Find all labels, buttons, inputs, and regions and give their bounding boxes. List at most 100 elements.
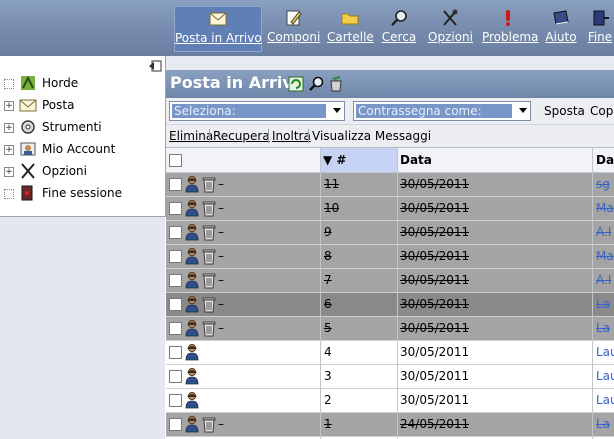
selection-toolbar: Seleziona: Contrassegna come: Sposta Cop… bbox=[166, 98, 614, 124]
message-number: 5 bbox=[324, 321, 332, 335]
message-row[interactable]: 3 30/05/2011 Lau bbox=[166, 365, 614, 389]
toolbar-options-button[interactable]: Opzioni bbox=[428, 6, 473, 50]
status-dash: – bbox=[218, 297, 224, 311]
sort-date-column[interactable]: Data bbox=[400, 148, 432, 172]
toolbar-label: Componi bbox=[267, 30, 321, 44]
copy-button[interactable]: Copi bbox=[590, 104, 614, 118]
trash-icon bbox=[201, 223, 217, 241]
message-checkbox[interactable] bbox=[169, 226, 182, 239]
toolbar-label: Posta in Arrivo bbox=[175, 31, 262, 45]
person-icon bbox=[184, 247, 200, 265]
message-sender-link[interactable]: La bbox=[596, 317, 614, 340]
tools-icon bbox=[443, 9, 458, 26]
message-date: 30/05/2011 bbox=[400, 225, 470, 239]
search-icon[interactable] bbox=[308, 76, 324, 92]
forward-label: Inoltra bbox=[272, 129, 311, 143]
refresh-icon[interactable] bbox=[288, 76, 304, 92]
chevron-down-icon bbox=[519, 108, 527, 113]
message-checkbox[interactable] bbox=[169, 418, 182, 431]
collapse-sidebar-icon[interactable] bbox=[148, 60, 162, 72]
toolbar-problem-button[interactable]: Problema bbox=[482, 6, 538, 50]
expand-icon[interactable]: + bbox=[4, 101, 14, 111]
toolbar-help-button[interactable]: Aiuto bbox=[544, 6, 578, 50]
tools-icon bbox=[21, 163, 35, 179]
person-icon bbox=[184, 415, 200, 433]
message-sender-link[interactable]: Lau bbox=[596, 341, 614, 364]
column-divider bbox=[592, 148, 593, 439]
message-row[interactable]: – 10 30/05/2011 Ma bbox=[166, 197, 614, 221]
select-messages-dropdown[interactable]: Seleziona: bbox=[169, 101, 345, 121]
delete-button[interactable]: Elimina bbox=[169, 129, 213, 143]
trash-icon bbox=[201, 295, 217, 313]
message-checkbox[interactable] bbox=[169, 322, 182, 335]
message-row[interactable]: 2 30/05/2011 Lau bbox=[166, 389, 614, 413]
sidebar-item-label: Posta bbox=[42, 98, 75, 112]
message-row[interactable]: – 11 30/05/2011 sg bbox=[166, 173, 614, 197]
message-row[interactable]: – 9 30/05/2011 A.I bbox=[166, 221, 614, 245]
mailbox-panel: Posta in Arrivo Seleziona: Contrassegna … bbox=[166, 56, 614, 439]
message-sender-link[interactable]: La bbox=[596, 413, 614, 436]
move-button[interactable]: Sposta bbox=[544, 104, 585, 118]
toolbar-search-button[interactable]: Cerca bbox=[381, 6, 417, 50]
trash-icon bbox=[201, 415, 217, 433]
message-row[interactable]: – 6 30/05/2011 La bbox=[166, 293, 614, 317]
person-icon bbox=[184, 223, 200, 241]
message-row[interactable]: – 1 24/05/2011 La bbox=[166, 413, 614, 437]
message-number: 7 bbox=[324, 273, 332, 287]
message-row[interactable]: – 5 30/05/2011 La bbox=[166, 317, 614, 341]
message-checkbox[interactable] bbox=[169, 250, 182, 263]
message-checkbox[interactable] bbox=[169, 394, 182, 407]
sort-number-column[interactable]: ▼ # bbox=[321, 148, 398, 172]
message-sender-link[interactable]: Ma bbox=[596, 197, 614, 220]
divider bbox=[209, 129, 210, 143]
status-dash: – bbox=[218, 273, 224, 287]
message-sender-link[interactable]: Ma bbox=[596, 245, 614, 268]
toolbar-label: Cartelle bbox=[327, 30, 374, 44]
trash-icon bbox=[201, 175, 217, 193]
message-row[interactable]: 4 30/05/2011 Lau bbox=[166, 341, 614, 365]
tree-node-icon bbox=[4, 189, 14, 199]
envelope-icon bbox=[209, 12, 227, 26]
status-dash: – bbox=[218, 225, 224, 239]
message-checkbox[interactable] bbox=[169, 370, 182, 383]
message-sender-link[interactable]: sg bbox=[596, 173, 614, 196]
expand-icon[interactable]: + bbox=[4, 145, 14, 155]
expand-icon[interactable]: + bbox=[4, 123, 14, 133]
status-dash: – bbox=[218, 321, 224, 335]
message-row[interactable]: – 8 30/05/2011 Ma bbox=[166, 245, 614, 269]
message-date: 30/05/2011 bbox=[400, 393, 470, 407]
message-checkbox[interactable] bbox=[169, 178, 182, 191]
toolbar-inbox-button[interactable]: Posta in Arrivo bbox=[174, 6, 262, 52]
message-checkbox[interactable] bbox=[169, 202, 182, 215]
message-sender-link[interactable]: Lau bbox=[596, 389, 614, 412]
recover-button[interactable]: Recupera bbox=[213, 129, 270, 143]
select-messages-value: Seleziona: bbox=[172, 104, 326, 118]
toolbar-label: Aiuto bbox=[545, 30, 577, 44]
message-number: 8 bbox=[324, 249, 332, 263]
message-checkbox[interactable] bbox=[169, 346, 182, 359]
toolbar-label: Cerca bbox=[381, 30, 417, 44]
status-dash: – bbox=[218, 201, 224, 215]
panel-top-gap bbox=[166, 56, 614, 70]
envelope-icon bbox=[19, 99, 37, 112]
user-account-icon bbox=[20, 142, 36, 156]
message-sender-link[interactable]: A.I bbox=[596, 269, 614, 292]
message-checkbox[interactable] bbox=[169, 298, 182, 311]
view-messages-button[interactable]: Visualizza Messaggi bbox=[312, 129, 431, 143]
book-icon bbox=[553, 10, 569, 25]
mark-as-dropdown[interactable]: Contrassegna come: bbox=[353, 101, 531, 121]
message-sender-link[interactable]: A.I bbox=[596, 221, 614, 244]
select-all-checkbox[interactable] bbox=[169, 154, 182, 167]
message-number: 2 bbox=[324, 393, 332, 407]
toolbar-logout-button[interactable]: Fine bbox=[586, 6, 614, 50]
toolbar-compose-button[interactable]: Componi bbox=[267, 6, 321, 50]
toolbar-folders-button[interactable]: Cartelle bbox=[327, 6, 374, 50]
message-row[interactable]: – 7 30/05/2011 A.I bbox=[166, 269, 614, 293]
message-checkbox[interactable] bbox=[169, 274, 182, 287]
expand-icon[interactable]: + bbox=[4, 167, 14, 177]
empty-trash-icon[interactable] bbox=[328, 76, 344, 92]
message-sender-link[interactable]: La bbox=[596, 293, 614, 316]
sort-from-column[interactable]: Da bbox=[596, 148, 614, 172]
message-sender-link[interactable]: Lau bbox=[596, 365, 614, 388]
forward-button[interactable]: Inoltra bbox=[272, 129, 311, 143]
